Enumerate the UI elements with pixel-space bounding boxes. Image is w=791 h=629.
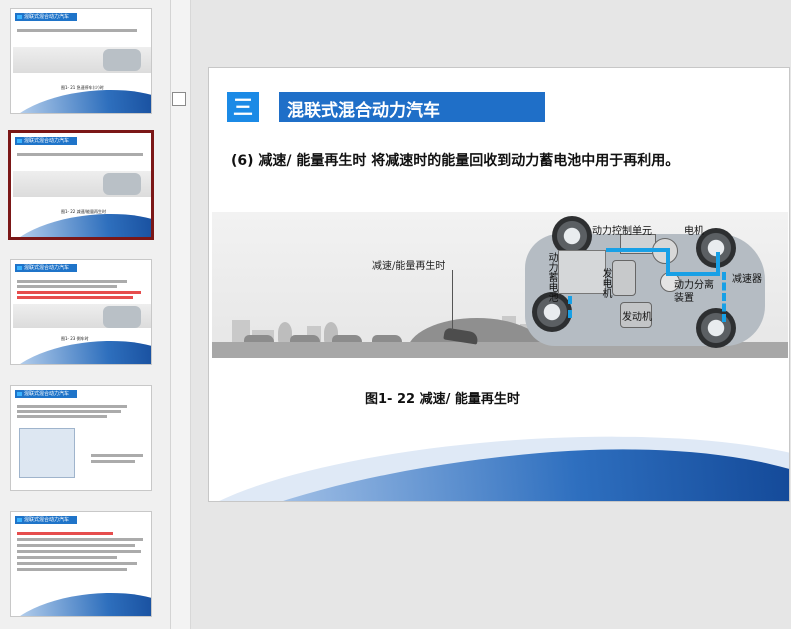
thumb-text-line (17, 280, 127, 283)
thumb-title: 混联式混合动力汽车 (24, 14, 70, 20)
thumb-diagram (13, 304, 151, 328)
thumb-text-line (17, 285, 117, 288)
thumb-text-line-red (17, 532, 113, 535)
motor-label: 电机 (684, 226, 704, 237)
energy-flow-arrow (606, 248, 666, 252)
generator (612, 260, 636, 296)
generator-label: 发电机 (600, 268, 611, 298)
thumb-text-line (17, 568, 127, 571)
slide-thumbnail-panel: 混联式混合动力汽车 图1- 21 急速停车(少)时 混联式混合动力汽车 图1- … (0, 0, 171, 629)
thumb-text-line (17, 29, 137, 32)
thumb-title: 混联式混合动力汽车 (24, 265, 70, 271)
thumb-title-bar: 混联式混合动力汽车 (15, 13, 77, 21)
thumb-text-line (17, 556, 117, 559)
slide-subtitle[interactable]: (6) 减速/ 能量再生时 将减速时的能量回收到动力蓄电池中用于再利用。 (231, 150, 679, 170)
reducer-label: 减速器 (732, 274, 762, 285)
slide-thumbnail-1[interactable]: 混联式混合动力汽车 图1- 21 急速停车(少)时 (10, 8, 152, 114)
thumb-title-bar: 混联式混合动力汽车 (15, 390, 77, 398)
slide-thumbnail-5[interactable]: 混联式混合动力汽车 (10, 511, 152, 617)
thumb-text-line-red (17, 291, 141, 294)
thumb-text-line (17, 405, 127, 408)
thumb-text-line (17, 410, 121, 413)
energy-flow-arrow (716, 252, 720, 276)
regeneration-diagram[interactable]: 减速/能量再生时 动力控制单元 电机 动力蓄电池 发电机 动力分离装置 减速器 … (212, 212, 788, 358)
slide-thumbnail-4[interactable]: 混联式混合动力汽车 (10, 385, 152, 491)
slide-thumbnail-2-selected[interactable]: 混联式混合动力汽车 图1- 22 减速/能量再生时 (8, 130, 154, 240)
scene-label: 减速/能量再生时 (372, 261, 446, 272)
thumb-title: 混联式混合动力汽车 (24, 517, 70, 523)
thumb-text-line (91, 460, 135, 463)
label-pointer-line (452, 270, 453, 330)
splitter-label: 动力分离装置 (674, 280, 714, 304)
engine-label: 发动机 (622, 312, 652, 323)
slide-select-checkbox[interactable] (172, 92, 186, 106)
thumb-text-line (17, 153, 143, 156)
slide-title-bar: 混联式混合动力汽车 (279, 92, 545, 122)
section-number-icon: 三 (227, 92, 259, 122)
thumb-text-line (17, 538, 143, 541)
thumb-text-line (17, 544, 135, 547)
thumb-text-line-red (17, 296, 133, 299)
energy-flow-dashed (722, 272, 726, 322)
thumb-text-line (91, 454, 143, 457)
slide-thumbnail-3[interactable]: 混联式混合动力汽车 图1- 23 倒车时 (10, 259, 152, 365)
thumb-title-bar: 混联式混合动力汽车 (15, 516, 77, 524)
wheel-rear-right (696, 308, 736, 348)
thumb-diagram (13, 47, 151, 73)
figure-caption[interactable]: 图1- 22 减速/ 能量再生时 (365, 388, 520, 407)
thumb-diagram (19, 428, 75, 478)
slide-title[interactable]: 混联式混合动力汽车 (287, 96, 440, 121)
thumb-title-bar: 混联式混合动力汽车 (15, 264, 77, 272)
battery-label: 动力蓄电池 (546, 252, 557, 302)
thumb-diagram (13, 171, 151, 197)
thumb-title: 混联式混合动力汽车 (24, 391, 70, 397)
thumb-text-line (17, 550, 141, 553)
energy-flow-arrow (668, 272, 718, 276)
slide-canvas[interactable]: 三 混联式混合动力汽车 (6) 减速/ 能量再生时 将减速时的能量回收到动力蓄电… (208, 67, 790, 502)
thumb-title-bar: 混联式混合动力汽车 (15, 137, 77, 145)
thumb-wave (11, 584, 151, 616)
thumb-title: 混联式混合动力汽车 (24, 138, 70, 144)
thumb-text-line (17, 562, 137, 565)
thumb-caption: 图1- 23 倒车时 (61, 336, 89, 341)
thumb-text-line (17, 415, 107, 418)
control-unit-label: 动力控制单元 (592, 226, 652, 237)
energy-flow-dashed (568, 296, 572, 318)
